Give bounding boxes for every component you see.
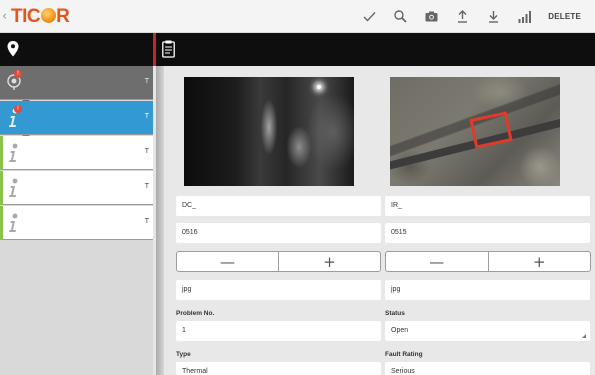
list-item-type: T	[144, 218, 149, 225]
logo-text-post: R	[56, 6, 70, 27]
toolbar-actions: DELETE	[354, 0, 595, 33]
ir-image-name-field[interactable]: IR_	[385, 196, 590, 216]
ir-image-number-field[interactable]: 0515	[385, 223, 590, 243]
fault-rating-label: Fault Rating	[385, 351, 423, 358]
fault-rating-select[interactable]: Serious	[385, 362, 590, 375]
list-item-type: T	[144, 113, 149, 120]
location-marker	[469, 111, 513, 149]
record-list: ! T ! T T T T	[0, 66, 153, 375]
list-item[interactable]: ! T	[0, 66, 153, 100]
ir-image-stepper: — +	[385, 251, 591, 272]
clipboard-icon[interactable]	[162, 40, 175, 63]
thermal-image[interactable]	[184, 77, 354, 186]
list-item[interactable]: T	[0, 136, 153, 170]
location-pin-icon[interactable]	[7, 41, 19, 62]
status-value: Open	[391, 327, 409, 334]
info-icon	[7, 213, 19, 238]
visual-image-name-field[interactable]: DC_	[176, 196, 381, 216]
logo-globe-icon	[40, 8, 56, 23]
locations-header	[0, 33, 153, 66]
problem-no-label: Problem No.	[176, 310, 215, 317]
signal-icon[interactable]	[509, 0, 540, 33]
dropdown-indicator-icon	[582, 334, 586, 338]
list-item-type: T	[144, 78, 149, 85]
delete-button[interactable]: DELETE	[540, 0, 595, 33]
back-chevron-icon[interactable]: ‹	[2, 9, 7, 24]
list-item-type: T	[144, 183, 149, 190]
info-icon	[7, 178, 19, 203]
list-item[interactable]: T	[0, 206, 153, 240]
hotspot	[317, 85, 321, 89]
camera-icon[interactable]	[416, 0, 447, 33]
visual-image-number-field[interactable]: 0516	[176, 223, 381, 243]
info-icon	[7, 143, 19, 168]
list-item-type: T	[144, 148, 149, 155]
check-icon[interactable]	[354, 0, 385, 33]
status-label: Status	[385, 310, 405, 317]
increment-button[interactable]: +	[487, 252, 591, 271]
satellite-map-image[interactable]	[390, 77, 560, 186]
search-icon[interactable]	[385, 0, 416, 33]
details-header	[156, 33, 595, 66]
increment-button[interactable]: +	[278, 252, 380, 271]
visual-image-stepper: — +	[176, 251, 381, 272]
type-label: Type	[176, 351, 191, 358]
status-select[interactable]: Open	[385, 321, 590, 341]
action-bar: ‹ TIC R DELETE	[0, 0, 595, 33]
detail-form: DC_ IR_ 0516 0515 — + — + jpg jpg Proble…	[156, 66, 595, 375]
type-select[interactable]: Thermal	[176, 362, 381, 375]
visual-extension-field[interactable]: jpg	[176, 280, 381, 300]
decrement-button[interactable]: —	[177, 252, 278, 271]
problem-no-field[interactable]: 1	[176, 321, 381, 341]
upload-icon[interactable]	[447, 0, 478, 33]
list-item[interactable]: T	[0, 171, 153, 205]
list-item-selected[interactable]: ! T	[0, 101, 153, 135]
ir-extension-field[interactable]: jpg	[385, 280, 590, 300]
alert-badge: !	[14, 70, 22, 78]
fault-rating-value: Serious	[391, 368, 415, 375]
download-icon[interactable]	[478, 0, 509, 33]
app-logo: TIC R	[11, 6, 70, 28]
logo-text-pre: TIC	[11, 6, 41, 27]
alert-badge: !	[14, 105, 22, 113]
decrement-button[interactable]: —	[386, 252, 488, 271]
type-value: Thermal	[182, 368, 208, 375]
panel-shadow	[156, 66, 164, 375]
